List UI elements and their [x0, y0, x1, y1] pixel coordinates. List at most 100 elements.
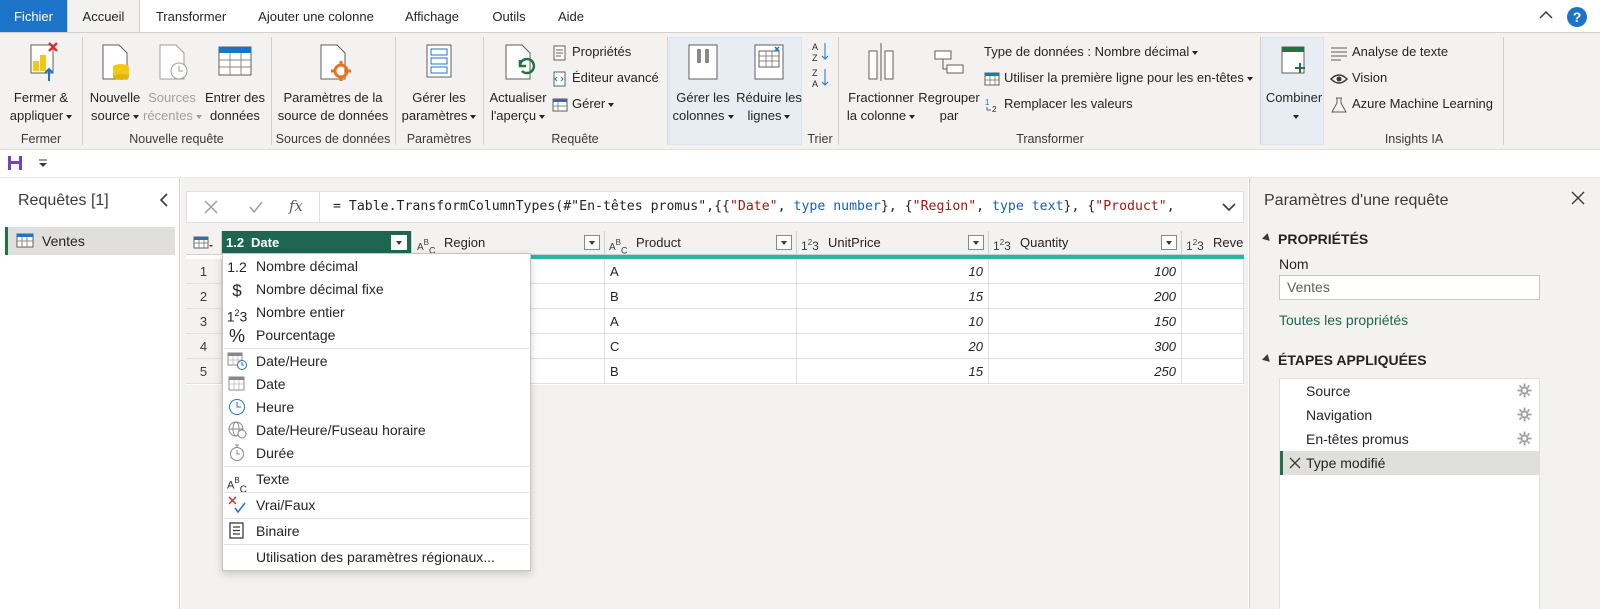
new-source-button[interactable]: Nouvelle source — [85, 39, 145, 125]
type-integer-icon[interactable]: 123 — [801, 231, 819, 254]
gear-icon[interactable] — [1517, 383, 1532, 398]
refresh-preview-button[interactable]: Actualiser l'aperçu — [486, 39, 550, 125]
type-integer-icon[interactable]: 123 — [1186, 231, 1204, 254]
formula-text[interactable]: = Table.TransformColumnTypes(#"En-têtes … — [333, 199, 1175, 214]
help-icon[interactable]: ? — [1566, 6, 1588, 28]
cell-revenue[interactable] — [1182, 359, 1244, 384]
recent-sources-button[interactable]: Sources récentes — [143, 39, 202, 125]
manage-columns-button[interactable]: Gérer les colonnes — [672, 39, 734, 125]
menu-item-date[interactable]: Date — [223, 373, 530, 396]
menu-item-datetime[interactable]: Date/Heure — [223, 350, 530, 373]
check-icon[interactable] — [248, 199, 264, 215]
menu-item-binary[interactable]: Binaire — [223, 520, 530, 543]
menu-item-fixed-decimal[interactable]: $ Nombre décimal fixe — [223, 278, 530, 301]
data-type-button[interactable]: Type de données : Nombre décimal — [984, 41, 1199, 63]
menu-item-decimal[interactable]: 1.2 Nombre décimal — [223, 255, 530, 278]
azure-ml-button[interactable]: Azure Machine Learning — [1330, 93, 1493, 115]
reduce-rows-button[interactable]: Réduire les lignes — [736, 39, 802, 125]
cell-product[interactable]: A — [605, 309, 797, 334]
query-name-input[interactable]: Ventes — [1279, 275, 1540, 300]
group-by-button[interactable]: Regrouper par — [917, 39, 981, 125]
step-changed-type[interactable]: Type modifié — [1280, 451, 1539, 475]
cell-revenue[interactable] — [1182, 334, 1244, 359]
menu-item-percentage[interactable]: % Pourcentage — [223, 324, 530, 347]
text-analytics-button[interactable]: Analyse de texte — [1330, 41, 1448, 63]
all-properties-link[interactable]: Toutes les propriétés — [1279, 312, 1408, 328]
type-text-icon[interactable]: ABC — [609, 231, 628, 254]
chevron-left-icon[interactable] — [158, 192, 170, 208]
cell-unitprice[interactable]: 15 — [797, 284, 989, 309]
tab-outils[interactable]: Outils — [481, 0, 537, 32]
use-first-row-headers-button[interactable]: Utiliser la première ligne pour les en-t… — [984, 67, 1253, 89]
sort-ascending-icon[interactable]: AZ — [812, 41, 830, 63]
fx-icon[interactable]: fx — [289, 197, 303, 215]
split-column-button[interactable]: Fractionner la colonne — [843, 39, 919, 125]
cell-unitprice[interactable]: 15 — [797, 359, 989, 384]
cell-revenue[interactable] — [1182, 309, 1244, 334]
table-corner-menu[interactable] — [186, 231, 222, 255]
row-number[interactable]: 5 — [186, 359, 222, 384]
cell-quantity[interactable]: 300 — [989, 334, 1182, 359]
filter-dropdown-icon[interactable] — [968, 235, 984, 250]
cell-product[interactable]: A — [605, 259, 797, 284]
tab-aide[interactable]: Aide — [547, 0, 595, 32]
menu-item-locale[interactable]: Utilisation des paramètres régionaux... — [223, 546, 530, 569]
menu-item-duration[interactable]: Durée — [223, 442, 530, 465]
menu-item-truefalse[interactable]: Vrai/Faux — [223, 494, 530, 517]
column-header-quantity[interactable]: 123 Quantity — [989, 231, 1182, 255]
step-promoted-headers[interactable]: En-têtes promus — [1280, 427, 1539, 451]
cell-product[interactable]: B — [605, 359, 797, 384]
filter-dropdown-icon[interactable] — [776, 235, 792, 250]
query-item-ventes[interactable]: Ventes — [5, 227, 175, 255]
cell-quantity[interactable]: 200 — [989, 284, 1182, 309]
cell-product[interactable]: B — [605, 284, 797, 309]
combine-button[interactable]: Combiner — [1264, 39, 1324, 125]
column-header-unitprice[interactable]: 123 UnitPrice — [797, 231, 989, 255]
tab-affichage[interactable]: Affichage — [394, 0, 470, 32]
tab-accueil[interactable]: Accueil — [67, 0, 140, 33]
step-navigation[interactable]: Navigation — [1280, 403, 1539, 427]
cell-unitprice[interactable]: 10 — [797, 259, 989, 284]
properties-button[interactable]: Propriétés — [552, 41, 631, 63]
customize-toolbar-icon[interactable] — [38, 159, 48, 169]
vision-button[interactable]: Vision — [1329, 67, 1387, 89]
cell-quantity[interactable]: 250 — [989, 359, 1182, 384]
delete-step-icon[interactable] — [1289, 457, 1301, 469]
gear-icon[interactable] — [1517, 407, 1532, 422]
data-source-settings-button[interactable]: Paramètres de la source de données — [274, 39, 392, 125]
column-header-region[interactable]: ABC Region — [413, 231, 605, 255]
row-number[interactable]: 1 — [186, 259, 222, 284]
save-icon[interactable] — [7, 155, 23, 171]
expand-formula-icon[interactable] — [1222, 202, 1236, 212]
row-number[interactable]: 3 — [186, 309, 222, 334]
gear-icon[interactable] — [1517, 431, 1532, 446]
filter-dropdown-icon[interactable] — [1161, 235, 1177, 250]
replace-values-button[interactable]: 1 2 Remplacer les valeurs — [984, 93, 1133, 115]
menu-item-time[interactable]: Heure — [223, 396, 530, 419]
column-header-revenue[interactable]: 123 Reven — [1182, 231, 1244, 255]
cell-unitprice[interactable]: 20 — [797, 334, 989, 359]
collapse-ribbon-icon[interactable] — [1538, 10, 1554, 20]
cell-quantity[interactable]: 150 — [989, 309, 1182, 334]
menu-item-text[interactable]: ABC Texte — [223, 468, 530, 495]
cell-quantity[interactable]: 100 — [989, 259, 1182, 284]
column-header-product[interactable]: ABC Product — [605, 231, 797, 255]
tab-fichier[interactable]: Fichier — [0, 0, 67, 32]
row-number[interactable]: 4 — [186, 334, 222, 359]
sort-descending-icon[interactable]: ZA — [812, 67, 830, 89]
menu-item-datetimezone[interactable]: Date/Heure/Fuseau horaire — [223, 419, 530, 442]
enter-data-button[interactable]: Entrer des données — [203, 39, 267, 125]
row-number[interactable]: 2 — [186, 284, 222, 309]
cell-product[interactable]: C — [605, 334, 797, 359]
close-apply-button[interactable]: Fermer & appliquer — [6, 39, 76, 125]
manage-parameters-button[interactable]: Gérer les paramètres — [398, 39, 480, 125]
menu-item-integer[interactable]: 123 Nombre entier — [223, 301, 530, 325]
cell-revenue[interactable] — [1182, 284, 1244, 309]
column-header-date[interactable]: 1.2 Date — [222, 231, 412, 255]
cell-revenue[interactable] — [1182, 259, 1244, 284]
cell-unitprice[interactable]: 10 — [797, 309, 989, 334]
step-source[interactable]: Source — [1280, 379, 1539, 403]
type-text-icon[interactable]: ABC — [417, 231, 436, 254]
tab-ajouter-colonne[interactable]: Ajouter une colonne — [246, 0, 386, 32]
type-integer-icon[interactable]: 123 — [993, 231, 1011, 254]
